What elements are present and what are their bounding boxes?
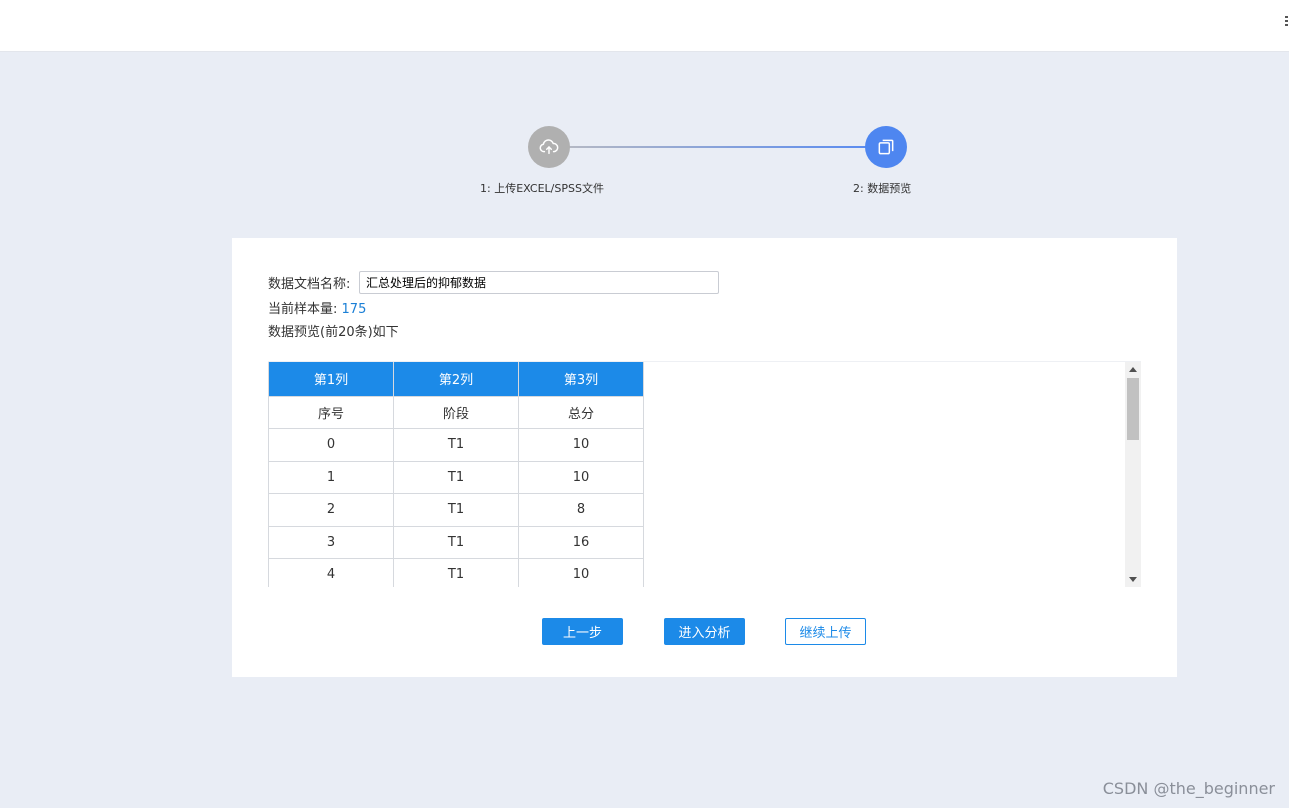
watermark: CSDN @the_beginner <box>1102 779 1275 798</box>
scroll-up-arrow-icon[interactable] <box>1129 367 1137 372</box>
table-cell: 10 <box>518 460 644 494</box>
table-row: 1 T1 10 <box>268 460 644 494</box>
previous-step-button[interactable]: 上一步 <box>542 618 623 645</box>
step-2-number: 2: <box>853 182 864 195</box>
enter-analysis-button[interactable]: 进入分析 <box>664 618 745 645</box>
table-row: 4 T1 10 <box>268 558 644 587</box>
step-1-indicator[interactable] <box>528 126 570 168</box>
table-cell: T1 <box>393 460 519 494</box>
table-cell: 2 <box>268 493 394 527</box>
table-cell: 4 <box>268 558 394 587</box>
preview-card: 数据文档名称: 当前样本量: 175 数据预览(前20条)如下 第1列 第2列 … <box>232 238 1177 677</box>
step-1-number: 1: <box>480 182 491 195</box>
table-row: 序号 阶段 总分 <box>268 395 644 429</box>
table-cell: 0 <box>268 428 394 462</box>
step-2-text: 数据预览 <box>867 182 912 195</box>
table-cell: T1 <box>393 428 519 462</box>
step-2-indicator[interactable] <box>865 126 907 168</box>
data-preview-table: 第1列 第2列 第3列 序号 阶段 总分 0 T1 10 1 T1 10 2 T… <box>268 362 644 587</box>
scroll-down-arrow-icon[interactable] <box>1129 577 1137 582</box>
step-1-text: 上传EXCEL/SPSS文件 <box>494 182 604 195</box>
table-cell: T1 <box>393 525 519 559</box>
table-row: 3 T1 16 <box>268 525 644 559</box>
step-connector <box>569 146 867 148</box>
copy-icon <box>878 139 894 155</box>
table-scrollbar[interactable] <box>1125 362 1141 587</box>
doc-name-label: 数据文档名称: <box>268 277 351 292</box>
table-cell: 10 <box>518 558 644 587</box>
table-cell: 16 <box>518 525 644 559</box>
table-cell: 8 <box>518 493 644 527</box>
continue-upload-button[interactable]: 继续上传 <box>785 618 866 645</box>
table-cell: 阶段 <box>393 395 519 429</box>
table-row: 2 T1 8 <box>268 493 644 527</box>
sample-size-row: 当前样本量: 175 <box>268 298 366 317</box>
sample-size-label: 当前样本量: <box>268 302 338 317</box>
data-preview-table-container[interactable]: 第1列 第2列 第3列 序号 阶段 总分 0 T1 10 1 T1 10 2 T… <box>268 361 1141 587</box>
sample-size-value: 175 <box>341 302 367 317</box>
table-row: 0 T1 10 <box>268 428 644 462</box>
preview-caption: 数据预览(前20条)如下 <box>268 325 399 340</box>
step-1-label: 1: 上传EXCEL/SPSS文件 <box>480 180 604 196</box>
table-cell: 10 <box>518 428 644 462</box>
cloud-upload-icon <box>539 139 559 155</box>
table-header-row: 第1列 第2列 第3列 <box>268 362 644 397</box>
column-header[interactable]: 第2列 <box>393 362 519 397</box>
scroll-thumb[interactable] <box>1127 378 1139 440</box>
table-cell: T1 <box>393 558 519 587</box>
table-cell: 3 <box>268 525 394 559</box>
step-2-label: 2: 数据预览 <box>853 180 911 196</box>
table-cell: T1 <box>393 493 519 527</box>
step-progress: 1: 上传EXCEL/SPSS文件 2: 数据预览 <box>0 0 1289 220</box>
column-header[interactable]: 第3列 <box>518 362 644 397</box>
column-header[interactable]: 第1列 <box>268 362 394 397</box>
doc-name-input[interactable] <box>359 271 719 294</box>
table-cell: 总分 <box>518 395 644 429</box>
table-cell: 序号 <box>268 395 394 429</box>
table-cell: 1 <box>268 460 394 494</box>
